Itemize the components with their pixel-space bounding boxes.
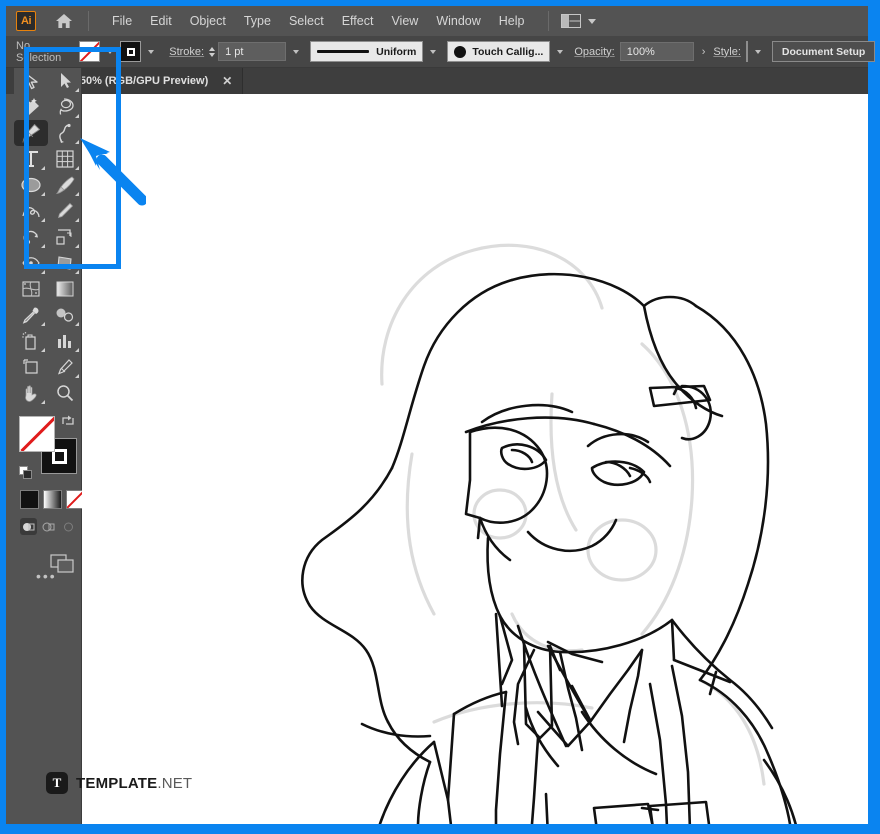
column-graph-tool[interactable] — [48, 328, 82, 354]
menu-items: File Edit Object Type Select Effect View… — [103, 10, 534, 32]
lasso-tool[interactable] — [48, 94, 82, 120]
color-mode-row — [20, 490, 85, 509]
default-fill-stroke-icon[interactable] — [19, 466, 33, 480]
menu-item-effect[interactable]: Effect — [333, 10, 383, 32]
brush-dot-icon — [454, 45, 467, 58]
tool-row — [14, 250, 82, 276]
stroke-profile-label: Uniform — [376, 45, 417, 58]
control-bar: No Selection Stroke: 1 pt Uniform Touch … — [6, 36, 876, 68]
menu-item-object[interactable]: Object — [181, 10, 235, 32]
tool-row — [14, 276, 82, 302]
shaper-tool[interactable] — [14, 198, 48, 224]
draw-normal-icon[interactable] — [20, 518, 37, 535]
eyedropper-tool[interactable] — [14, 302, 48, 328]
magic-wand-tool[interactable] — [14, 94, 48, 120]
ellipse-tool[interactable] — [14, 172, 48, 198]
watermark-brand: TEMPLATE — [76, 774, 158, 792]
width-tool[interactable] — [14, 250, 48, 276]
more-tools-icon[interactable]: ••• — [36, 568, 57, 584]
tool-grid — [14, 68, 82, 406]
menu-item-window[interactable]: Window — [427, 10, 489, 32]
gradient-mesh-tool[interactable] — [14, 276, 48, 302]
menu-item-select[interactable]: Select — [280, 10, 333, 32]
pen-tool-pointer-arrow — [80, 138, 146, 206]
illustrator-logo: Ai — [16, 11, 36, 31]
woman-line-art-illustration — [301, 243, 797, 824]
menu-divider — [88, 11, 89, 31]
workspace-switcher[interactable] — [560, 14, 596, 28]
stroke-label[interactable]: Stroke: — [169, 46, 204, 58]
menu-item-edit[interactable]: Edit — [141, 10, 181, 32]
tool-row — [14, 68, 82, 94]
fill-swatch[interactable] — [79, 41, 101, 62]
type-tool[interactable] — [14, 146, 48, 172]
tool-row — [14, 224, 82, 250]
menu-item-file[interactable]: File — [103, 10, 141, 32]
opacity-label[interactable]: Opacity: — [574, 46, 614, 58]
stroke-weight-chevron-icon[interactable] — [293, 49, 300, 54]
direct-selection-tool[interactable] — [48, 68, 82, 94]
style-label[interactable]: Style: — [713, 46, 741, 58]
tool-row — [14, 328, 82, 354]
menu-item-type[interactable]: Type — [235, 10, 280, 32]
tool-row — [14, 354, 82, 380]
brush-definition-select[interactable]: Touch Callig... — [447, 41, 551, 62]
watermark-text: TEMPLATE.NET — [76, 775, 192, 792]
opacity-field[interactable]: 100% — [619, 42, 694, 61]
symbol-sprayer-tool[interactable] — [14, 328, 48, 354]
draw-mode-row — [20, 518, 77, 535]
stroke-swatch[interactable] — [120, 41, 142, 62]
document-tab-bar: ed-1* @ 150% (RGB/GPU Preview) ✕ — [6, 68, 868, 94]
fill-stroke-controls — [19, 414, 77, 479]
free-transform-tool[interactable] — [48, 250, 82, 276]
hand-tool[interactable] — [14, 380, 48, 406]
tool-row — [14, 302, 82, 328]
color-mode-gradient[interactable] — [43, 490, 62, 509]
home-icon[interactable] — [54, 11, 74, 31]
menu-item-help[interactable]: Help — [490, 10, 534, 32]
menu-divider-2 — [547, 11, 549, 31]
app-frame: Ai File Edit Object Type Select Effect V… — [6, 6, 876, 824]
draw-behind-icon[interactable] — [40, 518, 57, 535]
swap-fill-stroke-icon[interactable] — [61, 414, 75, 428]
style-chevron-icon[interactable] — [754, 49, 761, 54]
watermark-tld: .NET — [157, 774, 193, 792]
zoom-tool[interactable] — [48, 380, 82, 406]
scale-tool[interactable] — [48, 224, 82, 250]
uniform-profile-icon — [317, 50, 370, 53]
selection-status: No Selection — [16, 39, 62, 64]
document-setup-button[interactable]: Document Setup — [771, 41, 876, 62]
menu-item-view[interactable]: View — [382, 10, 427, 32]
stroke-weight-stepper[interactable] — [209, 46, 216, 57]
close-icon[interactable]: ✕ — [222, 74, 232, 88]
artboard-tool[interactable] — [14, 354, 48, 380]
toolbox-fill-swatch[interactable] — [19, 416, 55, 452]
brush-chevron-icon[interactable] — [557, 49, 564, 54]
stroke-profile-chevron-icon[interactable] — [430, 49, 437, 54]
color-mode-solid[interactable] — [20, 490, 39, 509]
blend-tool[interactable] — [48, 302, 82, 328]
pen-tool[interactable] — [14, 120, 48, 146]
illustrator-window: Ai File Edit Object Type Select Effect V… — [0, 0, 880, 834]
menu-bar: Ai File Edit Object Type Select Effect V… — [6, 6, 868, 36]
workspace-layout-icon — [560, 14, 581, 28]
brush-definition-label: Touch Callig... — [472, 45, 544, 58]
chevron-down-icon — [587, 18, 596, 24]
gradient-tool[interactable] — [48, 276, 82, 302]
fill-chevron-icon[interactable] — [107, 49, 114, 54]
artboard-canvas[interactable] — [82, 94, 868, 824]
stroke-weight-field[interactable]: 1 pt — [218, 42, 287, 61]
selection-tool[interactable] — [14, 68, 48, 94]
opacity-more-icon[interactable]: › — [702, 46, 706, 58]
draw-inside-icon[interactable] — [60, 518, 77, 535]
tool-row — [14, 380, 82, 406]
template-net-logo: T — [46, 772, 68, 794]
slice-tool[interactable] — [48, 354, 82, 380]
tool-row — [14, 94, 82, 120]
stroke-chevron-icon[interactable] — [148, 49, 155, 54]
rotate-tool[interactable] — [14, 224, 48, 250]
stroke-profile-select[interactable]: Uniform — [310, 41, 424, 62]
graphic-style-swatch[interactable] — [745, 41, 748, 62]
watermark: T TEMPLATE.NET — [46, 772, 192, 794]
